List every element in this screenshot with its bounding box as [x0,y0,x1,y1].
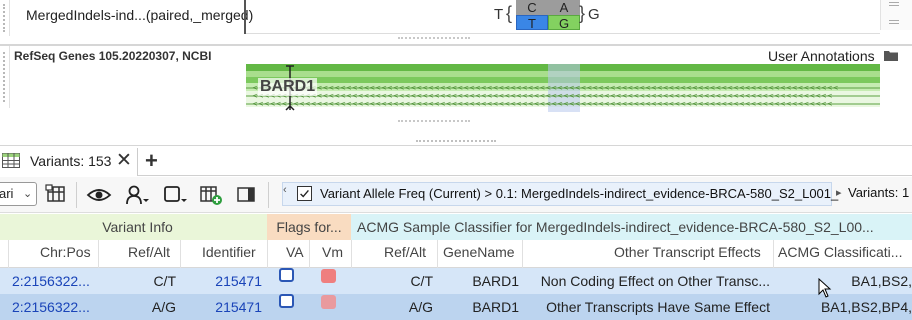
resize-grip[interactable] [398,120,470,122]
side-panel-icon[interactable] [234,183,260,207]
gene-name-label[interactable]: BARD1 [258,78,318,96]
cell-identifier[interactable]: 215471 [182,268,262,294]
column-header-identifier[interactable]: Identifier [202,244,256,260]
track-divider [244,0,246,34]
svg-text:<<<<<<<<<<<<<<<<<<<<<<<<<<<<<<: <<<<<<<<<<<<<<<<<<<<<<<<<<<<<<<<<<<<<<<<… [252,84,839,92]
cell-refalt-acmg: A/G [408,299,433,315]
va-checkbox[interactable] [279,294,294,308]
alternate-base: G [588,6,600,23]
brace-left-icon: { [506,3,513,23]
svg-text:<<<<<<<<<<<<<<<<<<<<<<<<<<<<<<: <<<<<<<<<<<<<<<<<<<<<<<<<<<<<<<<<<<<<<<<… [252,100,833,108]
va-checkbox[interactable] [279,268,294,282]
filter-text[interactable]: Variant Allele Freq (Current) > 0.1: Mer… [320,186,838,201]
eye-icon[interactable] [86,183,112,207]
column-header-chrpos[interactable]: Chr:Pos [40,244,91,260]
resize-grip[interactable] [398,37,470,39]
cell-refalt-acmg: C/T [410,273,433,289]
vm-flag[interactable] [321,269,336,283]
cell-chrpos[interactable]: 2:2156322... [12,294,96,320]
user-annotations-label[interactable]: User Annotations [768,48,875,64]
column-header-vm[interactable]: Vm [322,244,343,260]
tab-label[interactable]: Variants: 153 [30,153,111,169]
column-header-genename[interactable]: GeneName [443,244,515,260]
cell-genename: BARD1 [472,299,519,315]
table-row[interactable]: 2:2156322... C/T 215471 C/T BARD1 Non Co… [0,268,912,294]
cell-refalt: A/G [151,299,176,315]
folder-icon[interactable] [884,50,898,61]
variant-ref-box[interactable]: A [548,0,580,15]
cell-genename: BARD1 [472,273,519,289]
chevron-down-icon[interactable]: ⌄ [23,182,32,206]
track-drag-handle[interactable] [0,0,10,36]
cell-identifier[interactable]: 215471 [182,294,262,320]
gene-model[interactable]: <<<<<<<<<<<<<<<<<<<<<<<<<<<<<<<<<<<<<<<<… [246,64,880,112]
chevron-left-icon[interactable]: ‹ [283,184,287,196]
cell-other-effects: Non Coding Effect on Other Transc... [540,273,770,289]
brace-right-icon: } [579,3,586,23]
toolbar-separator [76,182,77,208]
track-separator [0,44,912,46]
group-header-acmg[interactable]: ACMG Sample Classifier for MergedIndels-… [351,214,912,240]
column-header-refalt-acmg[interactable]: Ref/Alt [384,244,426,260]
variant-alt-box[interactable]: G [548,15,580,31]
variants-count: Variants: 1 [848,185,910,200]
cell-acmg-classification: BA1,BS2,BP4, [820,299,912,315]
column-header-refalt[interactable]: Ref/Alt [128,244,170,260]
table-row[interactable]: 2:2156322... A/G 215471 A/G BARD1 Other … [0,294,912,320]
cell-acmg-classification: BA1,BS2, [851,273,912,289]
cell-chrpos[interactable]: 2:2156322... [12,268,96,294]
add-tab-button[interactable]: + [145,148,158,174]
column-header-va[interactable]: VA [286,244,304,260]
variant-ref-box[interactable]: C [516,0,548,15]
track-baseline [246,33,880,34]
user-icon[interactable] [124,183,150,207]
svg-text:<<<<<<<<<<<<<<<<<<<<<<<<<<<<<<: <<<<<<<<<<<<<<<<<<<<<<<<<<<<<<<<<<<<<<<<… [252,92,833,100]
group-header-variant-info[interactable]: Variant Info [8,214,267,240]
track-label[interactable]: MergedIndels-ind...(paired,_merged) [26,7,253,23]
track-drag-handle[interactable] [0,46,10,108]
vm-flag[interactable] [321,295,336,309]
cell-refalt: C/T [153,273,176,289]
column-header-other-effects[interactable]: Other Transcript Effects [614,244,761,260]
shape-select-icon[interactable] [162,183,188,207]
gene-track-label[interactable]: RefSeq Genes 105.20220307, NCBI [14,49,211,63]
close-icon[interactable]: ✕ [116,149,132,172]
cell-other-effects: Other Transcripts Have Same Effect [546,299,770,315]
panel-splitter[interactable] [416,140,496,143]
column-header-acmg-classification[interactable]: ACMG Classificati... [778,244,902,260]
add-column-icon[interactable] [198,183,224,207]
column-layout-icon[interactable] [44,183,70,207]
reference-base: T [494,6,504,23]
filter-checkbox[interactable] [297,186,312,201]
variant-alt-box[interactable]: T [516,15,548,31]
group-header-flags[interactable]: Flags for... [267,214,351,240]
mouse-pointer-icon [818,278,832,298]
track-scrollbar[interactable] [880,0,912,30]
chevron-right-icon[interactable]: ▸ [836,186,842,199]
toolbar-separator [268,182,269,208]
group-header-spacer [0,214,8,240]
table-icon [2,153,20,168]
